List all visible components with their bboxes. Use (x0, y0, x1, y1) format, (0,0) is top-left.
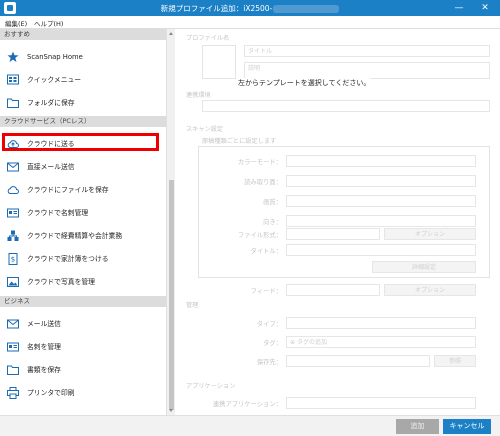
file-format-select[interactable] (286, 228, 380, 240)
scroll-down-arrow-icon[interactable] (169, 409, 173, 412)
household-budget-icon: $ (8, 253, 18, 265)
template-label: クイックメニュー (27, 76, 82, 84)
template-cloud-photos[interactable]: クラウドで写真を管理 (0, 271, 166, 293)
photo-icon (7, 277, 19, 287)
read-side-select[interactable] (286, 175, 476, 187)
menu-edit[interactable]: 編集(E) (5, 18, 27, 28)
template-label: クラウドで経費精算や会計業務 (27, 232, 123, 240)
profile-description-input[interactable]: 説明 (244, 62, 490, 79)
add-tag-icon: ⊕ (290, 339, 297, 346)
tag-field[interactable]: ⊕ タグの追加 (286, 336, 476, 348)
template-label: プリンタで印刷 (27, 389, 75, 397)
profile-thumbnail (202, 45, 236, 79)
scroll-up-arrow-icon[interactable] (169, 32, 173, 35)
template-cloud-business-cards[interactable]: クラウドで名刺管理 (0, 202, 166, 224)
doc-type-label: 原稿種類ごとに設定します (202, 138, 277, 145)
folder-icon (7, 98, 19, 108)
tag-label: タグ： (263, 340, 282, 347)
color-mode-label: カラーモード： (237, 159, 282, 166)
template-direct-mail[interactable]: 直接メール送信 (0, 156, 166, 178)
template-cloud-expense[interactable]: クラウドで経費精算や会計業務 (0, 225, 166, 247)
template-label: ScanSnap Home (27, 53, 83, 61)
file-format-label: ファイル形式： (237, 232, 282, 239)
orientation-label: 向き： (263, 219, 282, 226)
manage-section-label: 管理 (186, 302, 199, 309)
section-business: ビジネス (0, 296, 166, 307)
business-card-icon (7, 342, 19, 352)
menu-help[interactable]: ヘルプ(H) (34, 18, 63, 28)
scan-settings-label: スキャン設定 (186, 126, 224, 133)
application-section-label: アプリケーション (186, 383, 236, 390)
template-save-folder[interactable]: フォルダに保存 (0, 92, 166, 114)
save-to-field[interactable] (286, 355, 430, 367)
tag-add-text: タグの追加 (296, 339, 327, 346)
linked-app-select[interactable] (286, 397, 476, 409)
image-quality-label: 画質： (263, 199, 282, 206)
feed-options-button[interactable]: オプション (384, 284, 476, 296)
template-label: 直接メール送信 (27, 163, 75, 171)
scrollbar-thumb[interactable] (169, 180, 174, 410)
template-label: クラウドで家計簿をつける (27, 255, 109, 263)
usage-select[interactable] (202, 100, 490, 112)
template-label: メール送信 (27, 320, 61, 328)
template-cloud-household[interactable]: $ クラウドで家計簿をつける (0, 248, 166, 270)
title-bar: 新規プロファイル追加：iX2500- — ✕ (0, 0, 500, 16)
usage-label: 連携環境 (186, 92, 211, 99)
section-recommended: おすすめ (0, 29, 166, 40)
selection-highlight-box (2, 133, 159, 151)
menu-bar: 編集(E) ヘルプ(H) (0, 16, 500, 29)
template-label: クラウドにファイルを保存 (27, 186, 109, 194)
minimize-icon[interactable]: — (450, 0, 468, 16)
template-label: 書類を保存 (27, 366, 61, 374)
feed-label: フィード： (250, 288, 282, 295)
add-button[interactable]: 追加 (396, 419, 439, 434)
template-label: 名刺を管理 (27, 343, 61, 351)
template-print[interactable]: プリンタで印刷 (0, 382, 166, 404)
detail-settings-button[interactable]: 詳細設定 (372, 261, 476, 273)
type-label: タイプ： (256, 321, 282, 328)
template-label: クラウドで写真を管理 (27, 278, 95, 286)
star-icon (7, 51, 19, 62)
profile-name-label: プロファイル名 (186, 35, 230, 42)
color-mode-select[interactable] (286, 155, 476, 167)
browse-button[interactable]: 参照 (434, 355, 476, 367)
orientation-select[interactable] (286, 215, 476, 227)
cloud-icon (7, 186, 19, 194)
expense-icon (7, 230, 19, 241)
close-icon[interactable]: ✕ (476, 0, 494, 16)
template-save-documents[interactable]: 書類を保存 (0, 359, 166, 381)
type-select[interactable] (286, 317, 476, 329)
svg-text:$: $ (11, 256, 15, 264)
select-template-message: 左からテンプレートを選択してください。 (238, 78, 371, 88)
redacted-serial (273, 5, 340, 13)
template-label: フォルダに保存 (27, 99, 75, 107)
read-side-label: 読み取り面： (244, 179, 282, 186)
image-quality-select[interactable] (286, 195, 476, 207)
title-label: タイトル： (250, 248, 282, 255)
template-cloud-file-save[interactable]: クラウドにファイルを保存 (0, 179, 166, 201)
save-to-label: 保存先： (256, 359, 282, 366)
business-card-icon (7, 208, 19, 218)
template-send-mail[interactable]: メール送信 (0, 313, 166, 335)
template-scansnap-home[interactable]: ScanSnap Home (0, 46, 166, 68)
printer-icon (7, 387, 19, 399)
file-options-button[interactable]: オプション (384, 228, 476, 240)
profile-title-input[interactable]: タイトル (244, 45, 490, 57)
footer-bar: 追加 キャンセル (0, 415, 500, 436)
section-cloud-services: クラウドサービス（PCレス） (0, 116, 166, 127)
feed-select[interactable] (286, 284, 380, 296)
quick-menu-icon (7, 74, 19, 85)
template-quick-menu[interactable]: クイックメニュー (0, 69, 166, 91)
template-list-scrollbar[interactable] (166, 29, 175, 415)
mail-icon (7, 319, 19, 329)
linked-app-label: 連携アプリケーション： (212, 401, 282, 408)
cancel-button[interactable]: キャンセル (443, 419, 491, 434)
template-manage-business-cards[interactable]: 名刺を管理 (0, 336, 166, 358)
template-label: クラウドで名刺管理 (27, 209, 89, 217)
window-title: 新規プロファイル追加：iX2500- (0, 3, 500, 14)
mail-icon (7, 162, 19, 172)
title-field[interactable] (286, 244, 476, 256)
template-list: おすすめ ScanSnap Home クイックメニュー フォルダに保存 クラウド… (0, 29, 166, 415)
folder-icon (7, 365, 19, 375)
